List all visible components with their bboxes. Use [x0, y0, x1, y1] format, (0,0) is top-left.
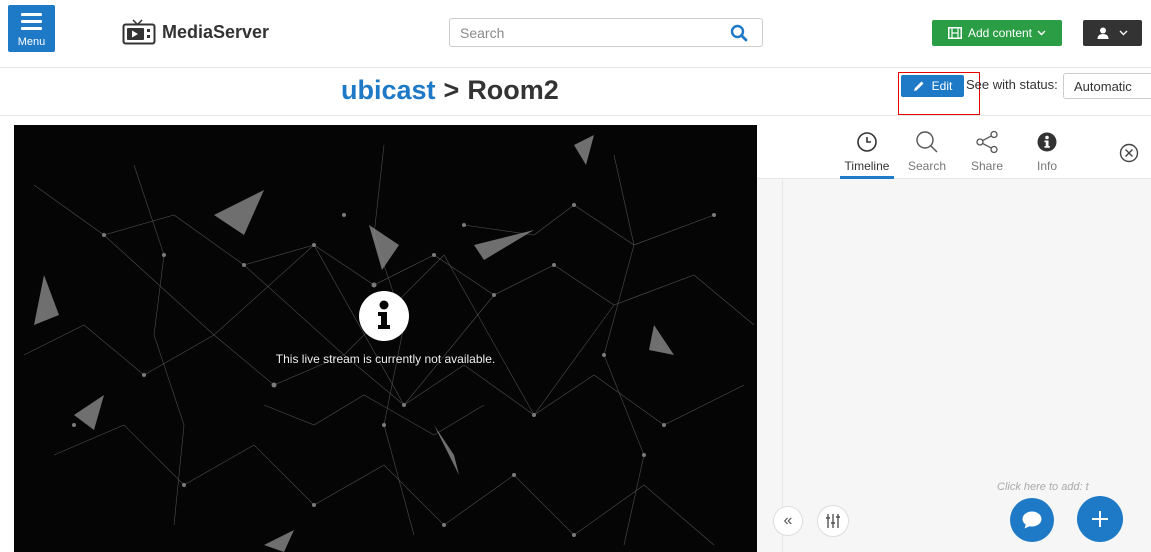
comments-button[interactable] — [1010, 498, 1054, 542]
collapse-panel-button[interactable]: « — [773, 506, 803, 536]
tab-share-label: Share — [970, 159, 1004, 173]
tab-search-label: Search — [907, 159, 947, 173]
edit-label: Edit — [931, 79, 953, 93]
close-icon — [1119, 143, 1139, 163]
status-select-value: Automatic — [1074, 78, 1132, 94]
side-panel: Timeline Search Share Info Click here to… — [757, 125, 1151, 552]
title-divider — [0, 115, 1151, 116]
tab-timeline-label: Timeline — [844, 159, 890, 173]
share-icon — [976, 130, 998, 154]
chevron-down-icon — [1037, 30, 1046, 36]
clock-icon — [857, 132, 877, 152]
status-label: See with status: — [966, 77, 1058, 92]
chevron-down-icon — [1119, 30, 1128, 36]
edit-button[interactable]: Edit — [901, 75, 964, 97]
user-menu-button[interactable] — [1083, 20, 1142, 46]
live-unavailable-message: This live stream is currently not availa… — [275, 352, 496, 366]
add-content-label: Add content — [967, 26, 1033, 40]
tab-search[interactable]: Search — [902, 129, 952, 179]
menu-button[interactable]: Menu — [8, 5, 55, 52]
breadcrumb: ubicast > Room2 — [341, 71, 559, 109]
hamburger-icon — [21, 13, 42, 34]
header-divider — [0, 67, 1151, 68]
add-annotation-button[interactable] — [1077, 496, 1123, 542]
film-icon — [947, 27, 962, 39]
add-content-button[interactable]: Add content — [932, 20, 1062, 46]
app-logo[interactable]: MediaServer — [122, 19, 269, 45]
tab-info-label: Info — [1036, 159, 1057, 173]
tab-timeline[interactable]: Timeline — [840, 129, 894, 179]
sliders-icon — [826, 514, 840, 528]
menu-label: Menu — [17, 36, 46, 48]
user-icon — [1097, 27, 1109, 39]
tab-info[interactable]: Info — [1022, 129, 1072, 179]
chat-bubble-icon — [1022, 511, 1042, 529]
page-title: Room2 — [467, 74, 559, 105]
side-panel-tabs: Timeline Search Share Info — [757, 125, 1151, 179]
double-chevron-left-icon: « — [783, 512, 793, 529]
status-select[interactable]: Automatic — [1063, 73, 1151, 99]
filter-settings-button[interactable] — [817, 505, 849, 537]
tab-share[interactable]: Share — [962, 129, 1012, 179]
click-to-add-hint[interactable]: Click here to add: t — [997, 481, 1089, 493]
search-input[interactable] — [458, 23, 718, 43]
breadcrumb-parent-link[interactable]: ubicast — [341, 75, 436, 106]
pencil-icon — [913, 81, 924, 91]
close-panel-button[interactable] — [1119, 143, 1139, 167]
search-icon[interactable] — [730, 24, 748, 42]
timeline-divider — [782, 180, 783, 552]
app-name: MediaServer — [162, 21, 270, 42]
tv-logo-icon — [122, 19, 156, 45]
info-icon — [1037, 132, 1057, 152]
plus-icon — [1092, 511, 1108, 527]
active-tab-underline — [840, 176, 894, 179]
search-box[interactable] — [449, 18, 763, 47]
info-circle-icon — [359, 291, 409, 341]
search-icon — [916, 131, 938, 153]
video-player[interactable]: This live stream is currently not availa… — [14, 125, 757, 552]
breadcrumb-separator: > — [443, 74, 460, 105]
